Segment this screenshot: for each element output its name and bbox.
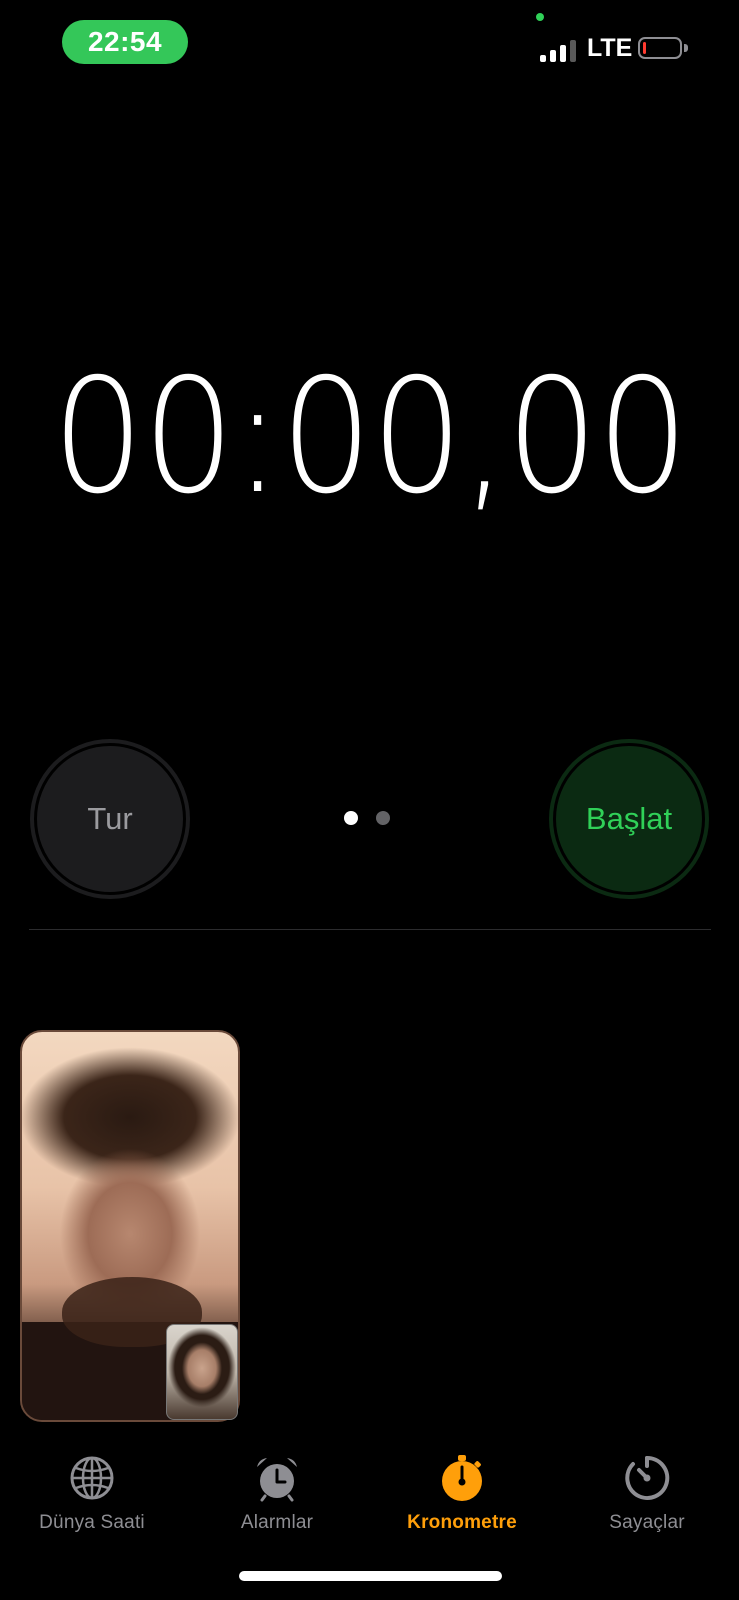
battery-icon [638, 37, 682, 59]
start-button[interactable]: Başlat [549, 739, 709, 899]
tab-label-alarms: Alarmlar [240, 1512, 314, 1533]
cellular-signal-icon [540, 38, 578, 62]
tab-stopwatch[interactable]: Kronometre [370, 1440, 554, 1540]
laps-divider [29, 929, 711, 930]
tab-timers[interactable]: Sayaçlar [555, 1440, 739, 1540]
globe-icon [70, 1456, 114, 1500]
home-indicator[interactable] [239, 1571, 502, 1581]
battery-level-fill [643, 42, 646, 54]
status-time-pill[interactable]: 22:54 [62, 20, 188, 64]
tab-alarms[interactable]: Alarmlar [185, 1440, 369, 1540]
lap-button[interactable]: Tur [30, 739, 190, 899]
tab-label-timers: Sayaçlar [609, 1512, 685, 1533]
facetime-self-view[interactable] [166, 1324, 238, 1420]
lap-button-label: Tur [87, 801, 133, 836]
stopwatch-icon [442, 1455, 482, 1501]
tab-label-stopwatch: Kronometre [407, 1512, 517, 1533]
network-type: LTE [587, 34, 633, 62]
timer-icon [625, 1455, 670, 1500]
stopwatch-time-display: 00:00,00 [51, 345, 689, 529]
status-time: 22:54 [87, 26, 163, 57]
tab-bar: Dünya Saati Alarmlar Kronometre Sayaçlar [0, 1440, 739, 1540]
start-button-label: Başlat [585, 801, 673, 836]
alarm-clock-icon [257, 1458, 297, 1502]
page-dot-2[interactable] [376, 811, 390, 825]
page-indicator[interactable] [344, 811, 390, 825]
battery-cap [684, 44, 688, 52]
camera-in-use-indicator [536, 13, 544, 21]
tab-world-clock[interactable]: Dünya Saati [0, 1440, 184, 1540]
tab-label-world-clock: Dünya Saati [39, 1512, 145, 1533]
page-dot-1[interactable] [344, 811, 358, 825]
